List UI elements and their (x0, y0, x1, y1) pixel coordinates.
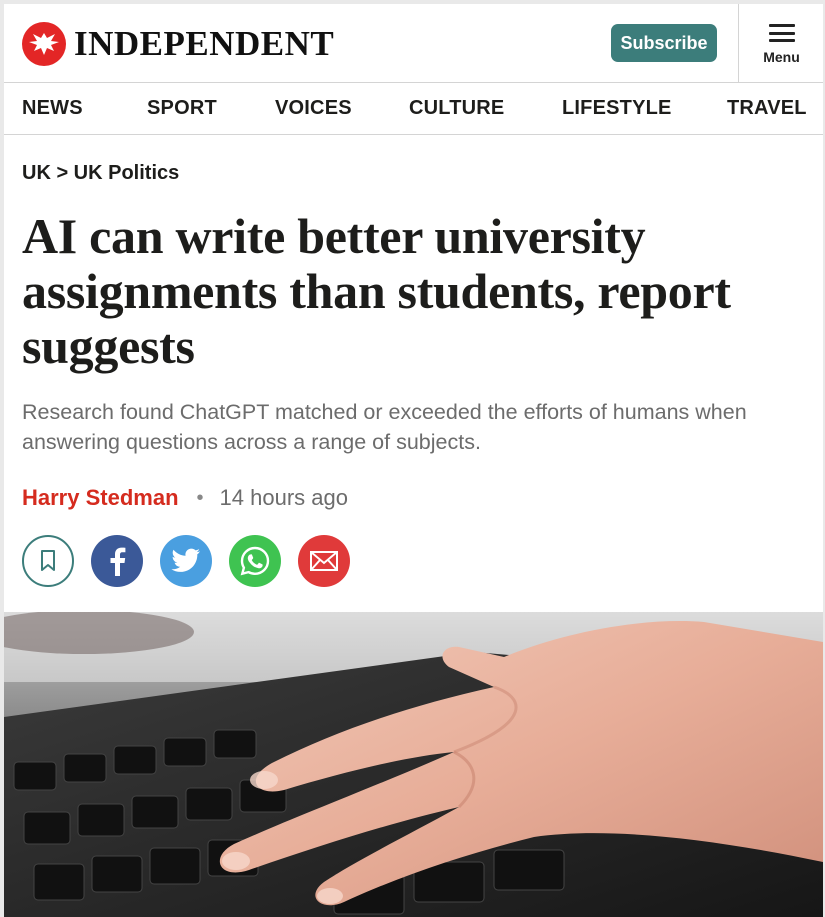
nav-item-lifestyle[interactable]: LIFESTYLE (562, 83, 672, 134)
hero-image[interactable] (4, 610, 823, 917)
nav-item-sport[interactable]: SPORT (147, 83, 217, 134)
byline-separator: • (196, 486, 204, 509)
article-headline: AI can write better university assignmen… (22, 208, 731, 374)
nav-item-voices[interactable]: VOICES (275, 83, 352, 134)
bookmark-icon (41, 550, 55, 571)
nav-item-travel[interactable]: TRAVEL (727, 83, 807, 134)
byline: Harry Stedman • 14 hours ago (22, 484, 348, 512)
twitter-icon (171, 548, 200, 572)
email-share-button[interactable] (298, 535, 350, 587)
independent-logo[interactable]: INDEPENDENT (22, 21, 334, 67)
publish-time: 14 hours ago (219, 485, 348, 510)
whatsapp-icon (240, 546, 270, 576)
masthead: INDEPENDENT Subscribe Menu (4, 4, 823, 83)
logo-wordmark: INDEPENDENT (74, 24, 335, 63)
email-icon (310, 551, 338, 571)
menu-label: Menu (763, 49, 800, 65)
menu-button[interactable]: Menu (738, 4, 823, 82)
article-page: INDEPENDENT Subscribe Menu NEWS SPORT VO… (4, 4, 823, 917)
twitter-share-button[interactable] (160, 535, 212, 587)
section-nav: NEWS SPORT VOICES CULTURE LIFESTYLE TRAV… (4, 83, 823, 135)
subscribe-button[interactable]: Subscribe (611, 24, 717, 62)
facebook-share-button[interactable] (91, 535, 143, 587)
article-standfirst: Research found ChatGPT matched or exceed… (22, 400, 747, 454)
hamburger-icon (768, 24, 795, 42)
eagle-icon (22, 22, 66, 66)
bookmark-button[interactable] (22, 535, 74, 587)
whatsapp-share-button[interactable] (229, 535, 281, 587)
facebook-icon (110, 547, 126, 576)
author-link[interactable]: Harry Stedman (22, 485, 179, 511)
nav-item-news[interactable]: NEWS (22, 83, 83, 134)
nav-item-culture[interactable]: CULTURE (409, 83, 504, 134)
breadcrumb[interactable]: UK > UK Politics (22, 162, 179, 185)
